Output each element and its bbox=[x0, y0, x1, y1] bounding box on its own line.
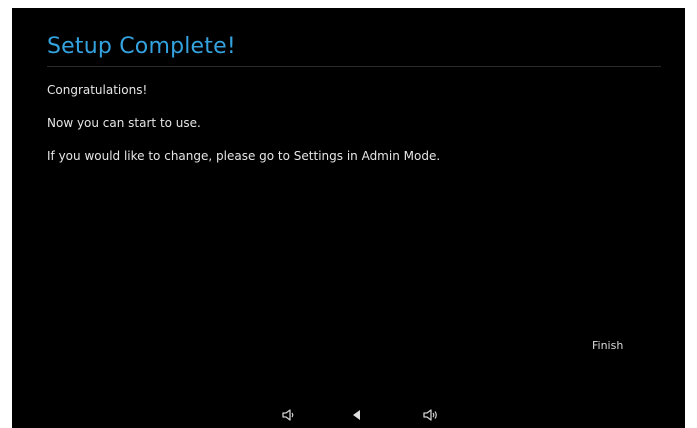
page-title: Setup Complete! bbox=[47, 34, 236, 59]
navigation-bar bbox=[12, 404, 685, 428]
volume-up-icon[interactable] bbox=[422, 408, 438, 422]
back-icon[interactable] bbox=[349, 408, 365, 422]
setup-screen: Setup Complete! Congratulations! Now you… bbox=[12, 8, 685, 428]
title-divider bbox=[47, 66, 661, 67]
start-text: Now you can start to use. bbox=[47, 116, 201, 130]
settings-hint-text: If you would like to change, please go t… bbox=[47, 149, 441, 163]
finish-button[interactable]: Finish bbox=[592, 339, 623, 352]
volume-down-icon[interactable] bbox=[280, 408, 296, 422]
congrats-text: Congratulations! bbox=[47, 83, 148, 97]
